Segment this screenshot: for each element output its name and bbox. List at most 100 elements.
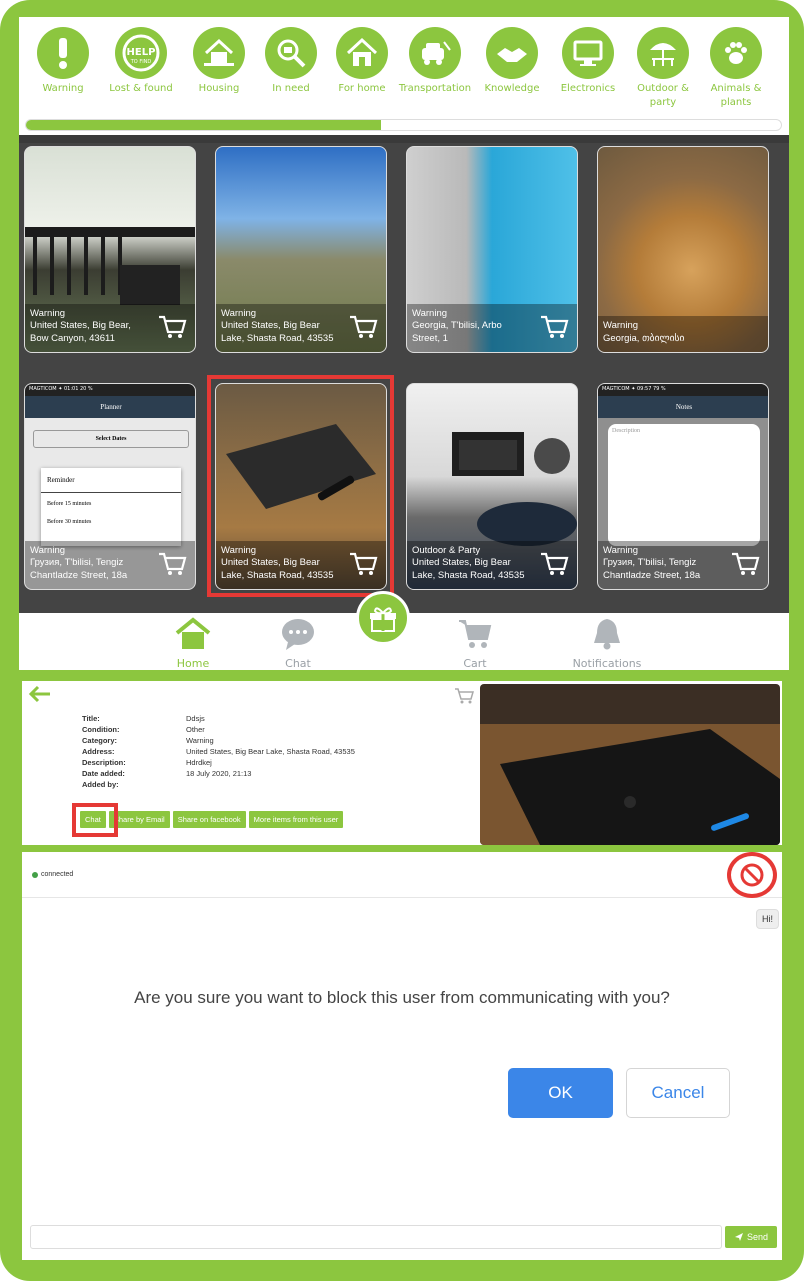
listing-location: Грузия, T'bilisi, Tengiz Chantladze Stre… [603,557,701,582]
block-icon [740,863,764,887]
listing-card[interactable]: Warning Georgia, თბილისი [597,146,769,353]
nav-chat[interactable]: Chat [253,617,343,670]
listing-card[interactable]: Outdoor & Party United States, Big Bear … [406,383,578,590]
category-label: Lost & found [109,83,173,94]
category-outdoor-party[interactable]: Outdoor & party [627,27,699,110]
add-to-cart-icon[interactable] [157,551,187,581]
action-buttons: Chat Share by Email Share on facebook Mo… [80,811,344,828]
category-animals-plants[interactable]: Animals & plants [700,27,772,110]
category-label: In need [272,83,310,94]
listing-caption: Warning Georgia, თბილისი [598,316,768,352]
listing-location: United States, Big Bear, Bow Canyon, 436… [30,320,131,345]
chat-message: Hi! [756,909,779,929]
chat-header: connected [22,852,782,898]
listing-category: Warning [30,307,66,319]
block-user-button[interactable] [727,852,777,898]
paw-icon [710,27,762,79]
listings-screen: Warning HELP TO FIND Lost & found Housing… [19,17,789,670]
gift-icon [370,607,396,632]
electronics-icon [562,27,614,79]
svg-text:TO FIND: TO FIND [130,59,152,65]
listing-card[interactable]: Warning United States, Big Bear, Bow Can… [24,146,196,353]
progress-fill [26,120,381,130]
in-need-icon [265,27,317,79]
listing-category: Warning [412,307,448,319]
listing-location: United States, Big Bear Lake, Shasta Roa… [221,320,334,345]
cancel-button[interactable]: Cancel [626,1068,730,1118]
category-housing[interactable]: Housing [183,27,255,96]
nav-chat-label: Chat [285,657,311,670]
selected-card-highlight [207,375,394,597]
planner-title: Planner [25,396,195,418]
listing-category: Warning [603,544,639,556]
more-items-button[interactable]: More items from this user [248,811,344,828]
listing-card[interactable]: MAGTICOM ✦ 09:57 79 % Notes Description … [597,383,769,590]
listings-grid: Warning United States, Big Bear, Bow Can… [19,143,789,613]
phone-status-bar: MAGTICOM ✦ 09:57 79 % [598,384,768,396]
chat-bubble-icon [282,619,314,650]
nav-home-label: Home [176,657,210,670]
category-transportation[interactable]: Transportation [396,27,474,96]
message-input[interactable] [30,1225,722,1249]
send-icon [734,1233,743,1241]
listing-category: Warning [30,544,66,556]
nav-cart[interactable]: Cart [430,617,520,670]
chat-button-highlight [72,803,118,837]
connection-status: connected [32,871,73,878]
gift-button[interactable] [356,591,410,645]
listing-location: United States, Big Bear Lake, Shasta Roa… [412,557,525,582]
bottom-nav: Home Chat Cart Notifications [19,591,789,670]
confirm-dialog-text: Are you sure you want to block this user… [134,988,670,1007]
send-button[interactable]: Send [725,1226,777,1248]
back-arrow-icon[interactable] [28,685,52,707]
item-photo [480,684,780,845]
bell-icon [594,619,620,650]
notes-title: Notes [598,396,768,418]
add-to-cart-icon[interactable] [539,314,569,344]
notes-textarea[interactable]: Description [608,424,760,546]
reminder-dialog: Reminder Before 15 minutes Before 30 min… [41,468,181,546]
add-to-cart-icon[interactable] [539,551,569,581]
status-text: connected [41,871,74,878]
reminder-option[interactable]: Before 30 minutes [41,515,181,529]
listing-location: Georgia, თბილისი [603,333,685,345]
category-label: Animals & plants [710,83,762,108]
add-to-cart-icon[interactable] [730,551,760,581]
reminder-title: Reminder [41,468,181,493]
reminder-option[interactable]: Before 15 minutes [41,493,181,515]
category-warning[interactable]: Warning [27,27,99,96]
nav-notifications-label: Notifications [572,657,642,670]
ok-button[interactable]: OK [508,1068,613,1118]
progress-bar [25,119,782,131]
listing-category: Warning [221,307,257,319]
for-home-icon [336,27,388,79]
cart-icon[interactable] [454,687,474,709]
category-label: Transportation [398,83,472,94]
listing-location: Грузия, T'bilisi, Tengiz Chantladze Stre… [30,557,128,582]
category-for-home[interactable]: For home [326,27,398,96]
outdoor-party-icon [637,27,689,79]
category-in-need[interactable]: In need [255,27,327,96]
share-facebook-button[interactable]: Share on facebook [172,811,246,828]
category-label: Warning [42,83,84,94]
nav-cart-label: Cart [463,657,487,670]
add-to-cart-icon[interactable] [348,314,378,344]
listing-category: Warning [603,320,639,332]
help-to-find-icon: HELP TO FIND [115,27,167,79]
listing-card[interactable]: MAGTICOM ✦ 01:01 20 % Planner Select Dat… [24,383,196,590]
category-label: Outdoor & party [637,83,689,108]
listing-category: Outdoor & Party [412,544,481,556]
category-label: Housing [198,83,240,94]
listing-card[interactable]: Warning Georgia, T'bilisi, Arbo Street, … [406,146,578,353]
chat-screen: connected Hi! Are you sure you want to b… [22,852,782,1260]
select-dates-button[interactable]: Select Dates [33,430,189,448]
listing-card[interactable]: Warning United States, Big Bear Lake, Sh… [215,146,387,353]
add-to-cart-icon[interactable] [157,314,187,344]
category-lost-found[interactable]: HELP TO FIND Lost & found [105,27,177,96]
nav-notifications[interactable]: Notifications [552,617,662,670]
nav-home[interactable]: Home [148,617,238,670]
category-electronics[interactable]: Electronics [552,27,624,96]
svg-text:HELP: HELP [127,47,156,58]
category-knowledge[interactable]: Knowledge [476,27,548,96]
warning-icon [37,27,89,79]
